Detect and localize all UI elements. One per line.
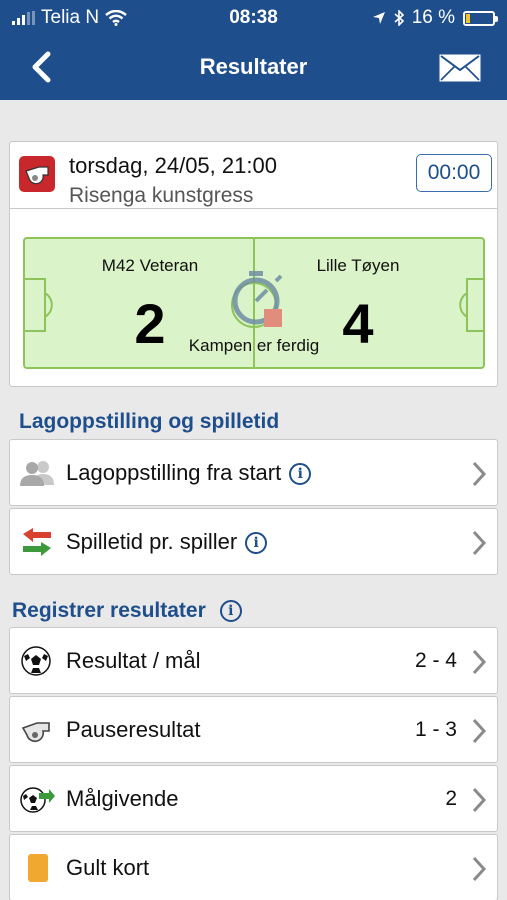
result-goals-label: Resultat / mål [66,648,201,673]
info-icon[interactable]: i [219,600,242,623]
yellow-card-row[interactable]: Gult kort [9,834,498,900]
result-goals-row[interactable]: Resultat / mål 2 - 4 [9,627,498,694]
match-card[interactable]: torsdag, 24/05, 21:00 Risenga kunstgress… [9,141,498,387]
location-arrow-icon [372,12,385,24]
section-title-lineup: Lagoppstilling og spilletid [19,410,280,433]
battery-fill [466,13,471,23]
page-title: Resultater [199,54,308,79]
halftime-row[interactable]: Pauseresultat 1 - 3 [9,696,498,763]
yellow-card-icon [28,854,48,882]
assists-label: Målgivende [66,786,179,811]
assists-row[interactable]: Målgivende 2 [9,765,498,832]
lineup-start-row[interactable]: Lagoppstilling fra start i [9,439,498,506]
soccer-ball-icon [21,646,51,676]
ball-assist-icon [20,787,55,813]
chevron-right-icon [472,649,487,675]
halftime-label: Pauseresultat [66,717,201,742]
status-right: 16 % [372,7,498,29]
playtime-row[interactable]: Spilletid pr. spiller i [9,508,498,575]
nav-bar: Resultater [0,34,507,100]
home-team-name: M42 Veteran [101,256,199,275]
match-timer[interactable]: 00:00 [416,154,492,192]
results-title-label: Registrer resultater [12,599,206,622]
match-status: Kampen er ferdig [188,336,320,355]
row-label: Lagoppstilling fra start i [66,460,312,486]
envelope-icon[interactable] [439,54,481,82]
chevron-right-icon [472,718,487,744]
people-icon [20,461,54,486]
chevron-right-icon [472,530,487,556]
chevron-right-icon [472,461,487,487]
match-date: torsdag, 24/05, 21:00 [69,153,277,178]
pitch-scoreboard: M42 Veteran Lille Tøyen 2 4 Kampen er fe… [23,237,485,369]
match-header: torsdag, 24/05, 21:00 Risenga kunstgress… [10,142,497,209]
result-goals-value: 2 - 4 [414,649,457,672]
match-venue: Risenga kunstgress [69,184,254,207]
away-team-name: Lille Tøyen [316,256,400,275]
info-icon[interactable]: i [289,463,312,486]
assists-value: 2 [445,787,457,810]
whistle-icon [21,722,50,743]
battery-label: 16 % [411,7,455,28]
chevron-right-icon [472,787,487,813]
red-marker [264,309,282,327]
substitution-arrows-icon [23,528,51,556]
whistle-icon [25,166,49,185]
status-bar: Telia N 08:38 16 % [0,0,507,34]
chevron-right-icon [472,856,487,882]
row-label: Spilletid pr. spiller i [66,529,268,555]
section-title-results: Registrer resultater i [12,599,242,623]
lineup-start-label: Lagoppstilling fra start [66,460,282,485]
playtime-label: Spilletid pr. spiller [66,529,238,554]
halftime-value: 1 - 3 [414,718,457,741]
yellow-card-label: Gult kort [66,855,150,880]
battery-icon [463,10,498,26]
bluetooth-icon [394,10,404,26]
whistle-badge [19,156,55,192]
info-icon[interactable]: i [245,532,268,555]
